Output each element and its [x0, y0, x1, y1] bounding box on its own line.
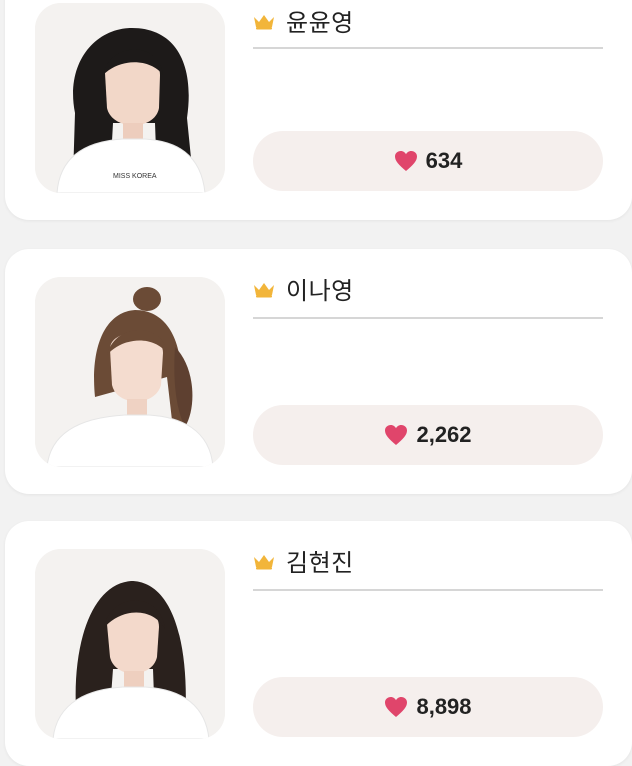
heart-icon	[385, 425, 408, 445]
portrait-image	[35, 277, 225, 467]
crown-icon	[254, 282, 274, 297]
crown-icon	[254, 14, 274, 29]
contestant-card: MISS KOREA 윤윤영 634	[5, 0, 632, 220]
vote-count: 8,898	[416, 694, 472, 719]
vote-count: 634	[425, 148, 463, 173]
vote-button[interactable]: 8,898	[253, 677, 603, 737]
name-row: 김현진	[252, 543, 354, 578]
contestant-photo[interactable]	[35, 549, 225, 739]
vote-count: 2,262	[416, 422, 472, 447]
portrait-image: MISS KOREA	[35, 3, 225, 193]
name-row: 윤윤영	[252, 3, 354, 38]
crown-icon	[254, 554, 274, 569]
vote-button[interactable]: 634	[253, 131, 603, 191]
contestant-name: 이나영	[286, 278, 354, 305]
divider	[253, 47, 603, 49]
contestant-photo[interactable]	[35, 277, 225, 467]
divider	[253, 589, 603, 591]
vote-button[interactable]: 2,262	[253, 405, 603, 465]
portrait-image	[35, 549, 225, 739]
contestant-card: 김현진 8,898	[5, 521, 632, 766]
contestant-card: 이나영 2,262	[5, 249, 632, 494]
contestant-name: 윤윤영	[286, 10, 354, 37]
name-row: 이나영	[252, 271, 354, 306]
heart-icon	[385, 697, 408, 717]
contestant-name: 김현진	[286, 550, 354, 577]
divider	[253, 317, 603, 319]
heart-icon	[394, 151, 417, 171]
svg-text:MISS KOREA: MISS KOREA	[113, 173, 157, 180]
contestant-photo[interactable]: MISS KOREA	[35, 3, 225, 193]
